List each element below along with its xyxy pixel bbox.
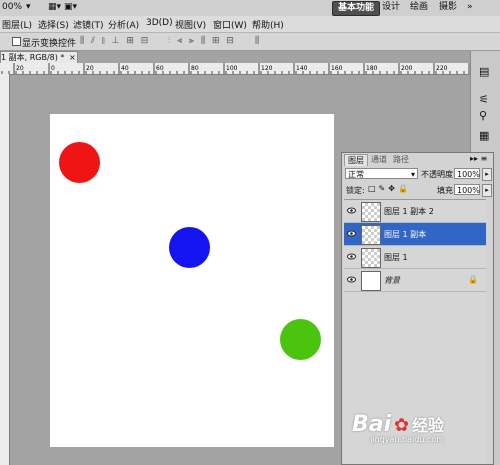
layer-name: 图层 1 副本 2 — [384, 207, 434, 216]
menu-select[interactable]: 选择(S) — [38, 18, 69, 31]
visibility-eye-icon[interactable] — [347, 253, 356, 260]
opacity-field[interactable]: 100% — [454, 168, 480, 179]
blend-mode-value: 正常 — [348, 170, 364, 179]
tab-layers[interactable]: 图层 — [344, 154, 368, 166]
history-panel-icon[interactable]: ▤ — [479, 65, 489, 78]
menu-view[interactable]: 视图(V) — [175, 18, 206, 31]
watermark: Bai ✿ 经验 jingyan.baidu.com — [352, 412, 444, 444]
layer-row-selected[interactable]: 图层 1 副本 — [344, 223, 486, 246]
show-transform-controls-label: 显示变换控件 — [22, 39, 77, 49]
ruler-tick-label: 100 — [226, 65, 238, 72]
menu-3d[interactable]: 3D(D) — [146, 18, 173, 28]
ruler-tick-label: 180 — [366, 65, 378, 72]
layer-row[interactable]: 图层 1 — [344, 246, 486, 269]
tab-paths[interactable]: 路径 — [390, 154, 412, 165]
ruler-tick-label: 220 — [436, 65, 448, 72]
layer-name: 图层 1 — [384, 253, 408, 262]
blue-circle[interactable] — [169, 227, 210, 268]
green-circle[interactable] — [280, 319, 321, 360]
layer-row[interactable]: 图层 1 副本 2 — [344, 200, 486, 223]
watermark-suffix: 经验 — [412, 416, 445, 435]
ruler-tick-label: 80 — [191, 65, 199, 72]
actions-panel-icon[interactable]: ▦ — [479, 129, 489, 142]
menu-bar: 图层(L) 选择(S) 滤镜(T) 分析(A) 3D(D) 视图(V) 窗口(W… — [0, 16, 500, 33]
more-workspaces-icon[interactable]: » — [462, 1, 478, 14]
workspace-essentials-button[interactable]: 基本功能 — [332, 1, 381, 16]
menu-layer[interactable]: 图层(L) — [2, 18, 32, 31]
lock-icons[interactable]: □✎✥🔒 — [368, 184, 411, 193]
layer-row-background[interactable]: 背景 🔒 — [344, 269, 486, 292]
ruler-tick-label: 40 — [121, 65, 129, 72]
menu-filter[interactable]: 滤镜(T) — [73, 18, 104, 31]
distribute-icons[interactable]: ⫶ ⫷ ⫸ ⫼ ⊞ ⊟ — [168, 36, 236, 46]
menu-window[interactable]: 窗口(W) — [213, 18, 247, 31]
fill-slider-button[interactable]: ▸ — [482, 184, 492, 197]
zoom-dropdown-icon[interactable]: ▾ — [26, 2, 31, 12]
menu-help[interactable]: 帮助(H) — [252, 18, 284, 31]
ruler-tick-label: 200 — [401, 65, 413, 72]
layer-thumbnail — [361, 248, 381, 268]
show-transform-controls-checkbox[interactable] — [12, 37, 21, 46]
auto-align-icon[interactable]: ⫼ — [255, 36, 259, 46]
ruler-tick-label: 20 — [16, 65, 24, 72]
workspace-design-button[interactable]: 设计 — [377, 1, 405, 14]
screen-mode-icon[interactable]: ▣▾ — [64, 2, 77, 12]
menu-analysis[interactable]: 分析(A) — [108, 18, 139, 31]
vertical-ruler — [0, 74, 10, 465]
ruler-tick-label: 140 — [296, 65, 308, 72]
opacity-label: 不透明度: — [421, 170, 456, 179]
layer-name: 背景 — [384, 276, 400, 285]
layer-name: 图层 1 副本 — [384, 230, 427, 239]
workspace-photography-button[interactable]: 摄影 — [434, 1, 462, 14]
clone-source-icon[interactable]: ⚲ — [479, 109, 487, 122]
tab-channels[interactable]: 通道 — [368, 154, 390, 165]
view-extras-icon[interactable]: ▦▾ — [48, 2, 61, 12]
document-title: 1 副本, RGB/8) * — [1, 53, 65, 62]
ruler-tick-label: 60 — [156, 65, 164, 72]
align-icons[interactable]: ⫼ ⫽ ⫾ ⊥ ⊞ ⊟ — [80, 36, 150, 46]
ruler-tick-label: 20 — [86, 65, 94, 72]
lock-icon: 🔒 — [468, 275, 478, 284]
ruler-tick-label: 120 — [261, 65, 273, 72]
horizontal-ruler: 20020406080100120140160180200220240 — [0, 63, 470, 75]
zoom-level[interactable]: 00% — [2, 2, 22, 12]
visibility-eye-icon[interactable] — [347, 230, 356, 237]
application-bar: 00% ▾ ▦▾ ▣▾ 基本功能 设计 绘画 摄影 » — [0, 0, 500, 17]
options-bar: 显示变换控件 ⫼ ⫽ ⫾ ⊥ ⊞ ⊟ ⫶ ⫷ ⫸ ⫼ ⊞ ⊟ ⫼ — [0, 33, 500, 51]
panel-menu-icon[interactable]: ▸▸ ≡ — [470, 154, 487, 163]
lock-label: 锁定: — [346, 186, 365, 195]
visibility-eye-icon[interactable] — [347, 276, 356, 283]
document-canvas[interactable] — [50, 114, 334, 447]
layer-thumbnail — [361, 225, 381, 245]
ruler-ticks: 20020406080100120140160180200220240 — [1, 63, 470, 74]
close-tab-icon[interactable]: × — [69, 53, 76, 62]
ruler-tick-label: 0 — [51, 65, 55, 72]
fill-field[interactable]: 100% — [454, 184, 480, 195]
layer-thumbnail — [361, 271, 381, 291]
chevron-down-icon: ▾ — [410, 170, 415, 179]
workspace-painting-button[interactable]: 绘画 — [405, 1, 433, 14]
fill-label: 填充: — [437, 186, 456, 195]
paw-icon: ✿ — [394, 415, 410, 436]
layer-thumbnail — [361, 202, 381, 222]
blend-mode-select[interactable]: 正常 ▾ — [345, 168, 418, 179]
visibility-eye-icon[interactable] — [347, 207, 356, 214]
opacity-slider-button[interactable]: ▸ — [482, 168, 492, 181]
red-circle[interactable] — [59, 142, 100, 183]
ruler-tick-label: 160 — [331, 65, 343, 72]
watermark-brand: Bai — [352, 412, 392, 437]
brushes-panel-icon[interactable]: ⚟ — [479, 93, 489, 106]
